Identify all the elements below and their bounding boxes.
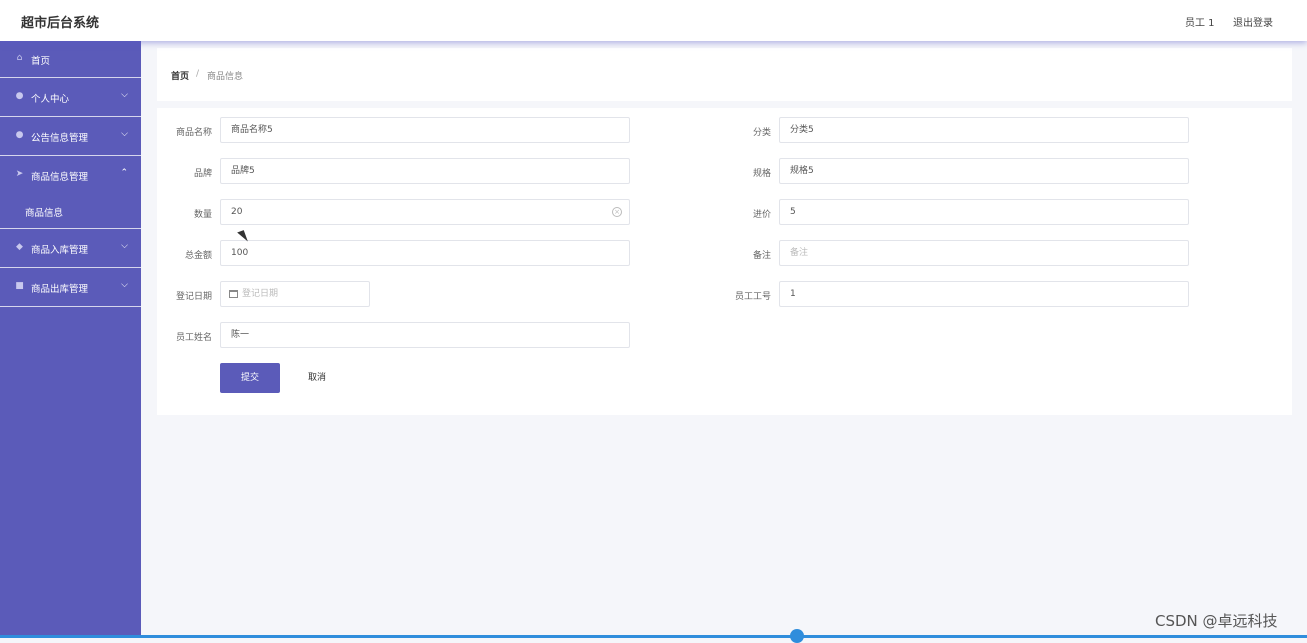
sidebar: ⌂ 首页 ● 个人中心 ⌵ ● 公告信息管理 ⌵ ➤ 商品信息管理 ⌃ 商品信息… [0,41,141,638]
sidebar-item-label: 首页 [31,56,51,67]
clear-icon[interactable]: × [612,207,622,217]
sidebar-item-label: 商品信息管理 [31,172,89,183]
date-placeholder: 登记日期 [242,289,279,299]
remark-label: 备注 [752,251,771,261]
breadcrumb-current: 商品信息 [207,72,244,82]
emp-name-label: 员工姓名 [175,333,212,343]
date-label: 登记日期 [175,292,212,302]
chevron-down-icon: ⌵ [121,129,128,139]
shield-icon: ◆ [16,242,23,252]
emp-no-label: 员工工号 [734,292,771,302]
user-icon: ● [15,130,24,140]
sidebar-item-notice[interactable]: ● 公告信息管理 ⌵ [0,117,141,156]
sidebar-subitem-goods-info[interactable]: 商品信息 [0,195,141,229]
date-picker[interactable]: 登记日期 [220,281,370,307]
box-icon: ■ [15,281,24,291]
price-label: 进价 [752,210,771,220]
chevron-down-icon: ⌵ [121,280,128,290]
quantity-label: 数量 [193,210,212,220]
sidebar-item-label: 商品出库管理 [31,284,89,295]
brand-label: 品牌 [193,169,212,179]
brand-input[interactable]: 品牌5 [220,158,630,184]
sidebar-item-home[interactable]: ⌂ 首页 [0,41,141,78]
price-input[interactable]: 5 [779,199,1189,225]
watermark: CSDN @卓远科技 [1155,612,1278,630]
submit-button[interactable]: 提交 [220,363,280,393]
send-icon: ➤ [15,169,24,179]
quantity-value: 20 [231,207,243,217]
spec-label: 规格 [752,169,771,179]
logout-link[interactable]: 退出登录 [1233,14,1273,29]
category-label: 分类 [752,128,771,138]
chevron-up-icon: ⌃ [120,168,128,178]
name-input[interactable]: 商品名称5 [220,117,630,143]
chevron-down-icon: ⌵ [121,90,128,100]
remark-input[interactable]: 备注 [779,240,1189,266]
chevron-down-icon: ⌵ [121,241,128,251]
cancel-button[interactable]: 取消 [290,363,344,393]
sidebar-item-profile[interactable]: ● 个人中心 ⌵ [0,78,141,117]
total-label: 总金额 [184,251,212,261]
name-label: 商品名称 [175,128,212,138]
progress-handle[interactable] [790,629,804,643]
calendar-icon [229,290,238,298]
breadcrumb-home[interactable]: 首页 [171,69,189,82]
user-name: 员工 1 [1185,18,1215,29]
emp-name-input[interactable]: 陈一 [220,322,630,348]
breadcrumb: 首页 / 商品信息 [157,48,1292,101]
sidebar-item-label: 商品入库管理 [31,245,89,256]
sidebar-item-label: 个人中心 [31,94,70,105]
sidebar-item-goods[interactable]: ➤ 商品信息管理 ⌃ [0,156,141,195]
top-bar: 超市后台系统 员工 1 退出登录 [0,0,1307,41]
sidebar-item-label: 公告信息管理 [31,133,89,144]
spec-input[interactable]: 规格5 [779,158,1189,184]
home-icon: ⌂ [16,53,23,63]
sidebar-item-stock-out[interactable]: ■ 商品出库管理 ⌵ [0,268,141,307]
quantity-input[interactable]: 20 × [220,199,630,225]
sidebar-item-stock-in[interactable]: ◆ 商品入库管理 ⌵ [0,229,141,268]
goods-form: 商品名称 商品名称5 分类 分类5 品牌 品牌5 规格 规格5 数量 20 × … [157,108,1292,415]
app-title: 超市后台系统 [21,16,100,31]
sidebar-item-label: 商品信息 [25,208,64,219]
category-input[interactable]: 分类5 [779,117,1189,143]
emp-no-input[interactable]: 1 [779,281,1189,307]
total-input[interactable]: 100 [220,240,630,266]
breadcrumb-separator: / [196,69,200,79]
user-icon: ● [15,91,24,101]
